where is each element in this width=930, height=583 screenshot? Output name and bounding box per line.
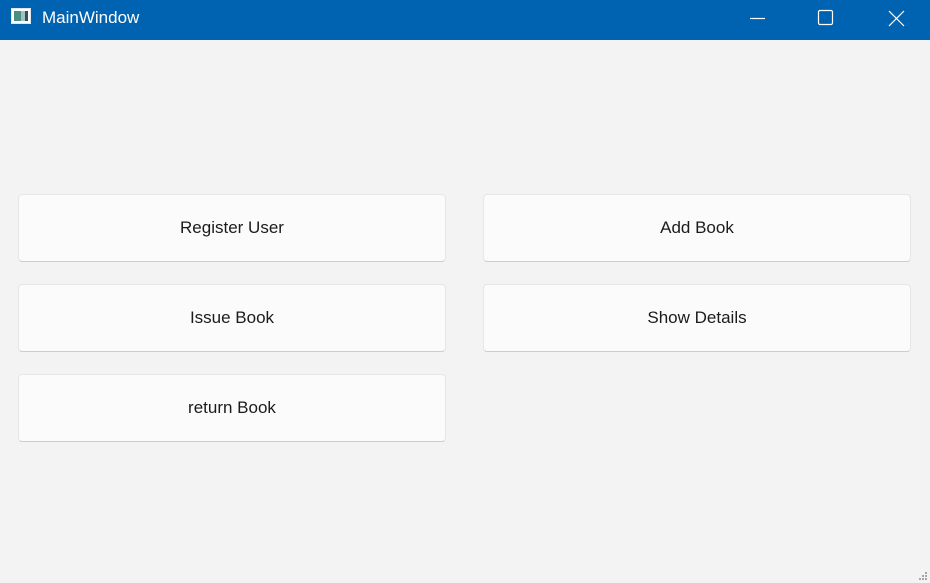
maximize-button[interactable] [802,0,848,40]
maximize-icon [817,9,834,26]
main-window: MainWindow Register User Add Book Issue … [0,0,930,583]
add-book-button[interactable]: Add Book [483,194,911,262]
close-icon [888,10,905,27]
return-book-button[interactable]: return Book [18,374,446,442]
central-widget: Register User Add Book Issue Book Show D… [0,40,930,583]
resize-grip-icon[interactable] [918,571,928,581]
window-title: MainWindow [42,8,140,27]
minimize-icon [750,17,765,20]
app-window-icon [11,8,31,24]
show-details-button[interactable]: Show Details [483,284,911,352]
issue-book-button[interactable]: Issue Book [18,284,446,352]
register-user-button[interactable]: Register User [18,194,446,262]
title-bar[interactable]: MainWindow [0,0,930,40]
close-button[interactable] [873,0,919,40]
minimize-button[interactable] [734,0,780,40]
